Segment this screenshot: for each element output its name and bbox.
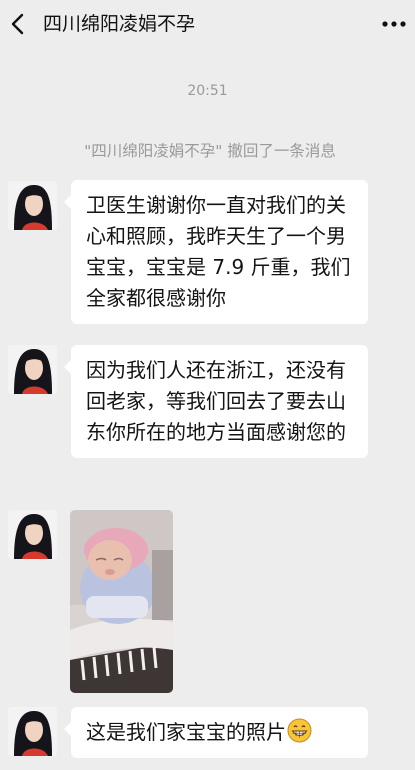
more-button[interactable] xyxy=(381,12,407,36)
avatar-image xyxy=(8,345,57,394)
baby-photo xyxy=(70,510,173,693)
image-message[interactable] xyxy=(70,510,173,693)
message-bubble[interactable]: 这是我们家宝宝的照片 xyxy=(64,707,368,758)
more-dots-icon xyxy=(382,21,406,27)
avatar[interactable] xyxy=(8,510,57,559)
message-bubble[interactable]: 因为我们人还在浙江，还没有回老家，等我们回去了要去山东你所在的地方当面感谢您的 xyxy=(64,345,368,458)
message-text: 这是我们家宝宝的照片 xyxy=(86,720,286,744)
avatar[interactable] xyxy=(8,345,57,394)
message-text: 因为我们人还在浙江，还没有回老家，等我们回去了要去山东你所在的地方当面感谢您的 xyxy=(86,358,346,444)
avatar[interactable] xyxy=(8,181,57,230)
chat-header: 四川绵阳凌娟不孕 xyxy=(0,0,415,48)
message-text: 卫医生谢谢你一直对我们的关心和照顾，我昨天生了一个男宝宝，宝宝是 7.9 斤重，… xyxy=(86,193,351,310)
chat-title: 四川绵阳凌娟不孕 xyxy=(43,13,196,35)
recall-notice: "四川绵阳凌娟不孕" 撤回了一条消息 xyxy=(84,142,336,160)
grinning-face-icon xyxy=(287,718,312,743)
avatar[interactable] xyxy=(8,707,57,756)
avatar-image xyxy=(8,510,57,559)
back-button[interactable] xyxy=(6,10,32,38)
message-bubble[interactable]: 卫医生谢谢你一直对我们的关心和照顾，我昨天生了一个男宝宝，宝宝是 7.9 斤重，… xyxy=(64,180,368,324)
chevron-left-icon xyxy=(11,13,24,35)
message-timestamp: 20:51 xyxy=(187,83,228,99)
avatar-image xyxy=(8,707,57,756)
avatar-image xyxy=(8,181,57,230)
